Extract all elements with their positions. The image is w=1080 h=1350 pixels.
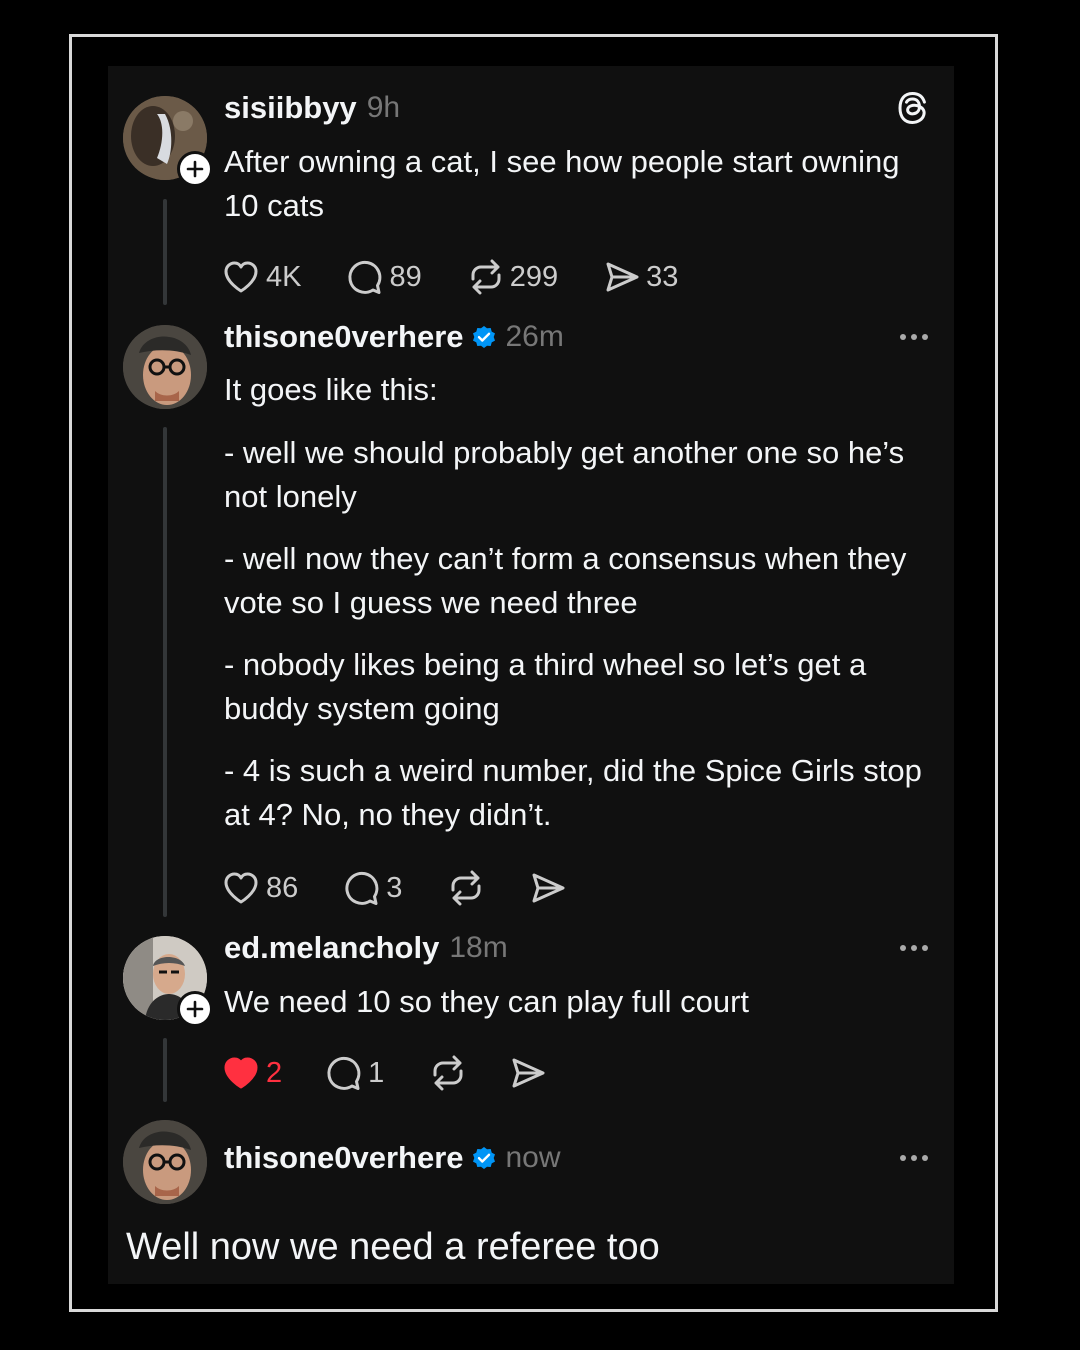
timestamp: 26m <box>505 320 564 353</box>
send-icon <box>606 262 639 292</box>
like-button[interactable]: 2 <box>222 1055 282 1091</box>
post-header: thisone0verhere now <box>224 1140 561 1176</box>
post-text-line: After owning a cat, I see how people sta… <box>224 144 900 223</box>
post-text-line: - nobody likes being a third wheel so le… <box>224 647 867 726</box>
more-options-icon[interactable] <box>900 945 928 951</box>
username[interactable]: thisone0verhere <box>224 319 464 355</box>
repost-icon <box>433 1055 463 1091</box>
action-bar: 4K 89 299 33 <box>222 257 678 297</box>
post-text: We need 10 so they can play full court <box>224 980 924 1024</box>
send-icon <box>512 1058 545 1088</box>
follow-plus-icon[interactable] <box>177 991 213 1027</box>
post-text-line: - well we should probably get another on… <box>224 435 905 514</box>
reply-button[interactable]: 89 <box>347 259 422 295</box>
share-button[interactable]: 33 <box>604 259 678 295</box>
post-header: ed.melancholy 18m <box>224 930 508 966</box>
username[interactable]: thisone0verhere <box>224 1140 464 1176</box>
thread-panel: sisiibbyy 9h After owning a cat, I see h… <box>108 66 954 1284</box>
post-text-line: - 4 is such a weird number, did the Spic… <box>224 753 922 832</box>
repost-button[interactable] <box>448 870 484 906</box>
more-options-icon[interactable] <box>900 334 928 340</box>
post-text-line: It goes like this: <box>224 372 438 407</box>
like-count: 86 <box>266 871 299 904</box>
repost-button[interactable]: 299 <box>468 259 558 295</box>
post-text-line: - well now they can’t form a consensus w… <box>224 541 907 620</box>
thread-line <box>163 1038 167 1102</box>
username[interactable]: ed.melancholy <box>224 930 439 966</box>
comment-icon <box>348 260 382 294</box>
like-count: 4K <box>266 260 302 293</box>
comment-icon <box>327 1056 361 1090</box>
reply-button[interactable]: 3 <box>344 870 402 906</box>
share-button[interactable] <box>530 870 566 906</box>
post-text: After owning a cat, I see how people sta… <box>224 140 924 228</box>
thread-line <box>163 427 167 917</box>
verified-badge-icon <box>472 325 496 349</box>
more-options-icon[interactable] <box>900 1155 928 1161</box>
post-text: It goes like this: - well we should prob… <box>224 368 924 837</box>
reply-button[interactable]: 1 <box>326 1055 384 1091</box>
repost-icon <box>471 259 501 295</box>
verified-badge-icon <box>472 1146 496 1170</box>
reply-text: Well now we need a referee too <box>126 1226 660 1268</box>
follow-plus-icon[interactable] <box>177 151 213 187</box>
action-bar: 86 3 <box>222 868 566 908</box>
avatar-man-glasses[interactable] <box>123 325 207 409</box>
share-count: 33 <box>646 260 679 293</box>
post-header: sisiibbyy 9h <box>224 90 400 126</box>
heart-filled-icon <box>224 1057 258 1089</box>
repost-button[interactable] <box>430 1055 466 1091</box>
send-icon <box>532 873 565 903</box>
post-text-line: We need 10 so they can play full court <box>224 984 750 1019</box>
avatar-man-glasses[interactable] <box>123 1120 207 1204</box>
post-header: thisone0verhere 26m <box>224 319 564 355</box>
reply-count: 89 <box>389 260 422 293</box>
timestamp: 18m <box>449 931 508 964</box>
timestamp: now <box>505 1141 561 1174</box>
comment-icon <box>345 871 379 905</box>
reply-count: 3 <box>386 871 403 904</box>
heart-icon <box>224 261 258 293</box>
repost-count: 299 <box>509 260 559 293</box>
thread-line <box>163 199 167 305</box>
like-button[interactable]: 4K <box>222 259 301 295</box>
action-bar: 2 1 <box>222 1053 546 1093</box>
heart-icon <box>224 872 258 904</box>
repost-icon <box>451 870 481 906</box>
like-count: 2 <box>266 1056 283 1089</box>
like-button[interactable]: 86 <box>222 870 298 906</box>
reply-count: 1 <box>368 1056 385 1089</box>
username[interactable]: sisiibbyy <box>224 90 357 126</box>
timestamp: 9h <box>366 91 401 124</box>
share-button[interactable] <box>510 1055 546 1091</box>
threads-logo-icon[interactable] <box>895 90 931 131</box>
